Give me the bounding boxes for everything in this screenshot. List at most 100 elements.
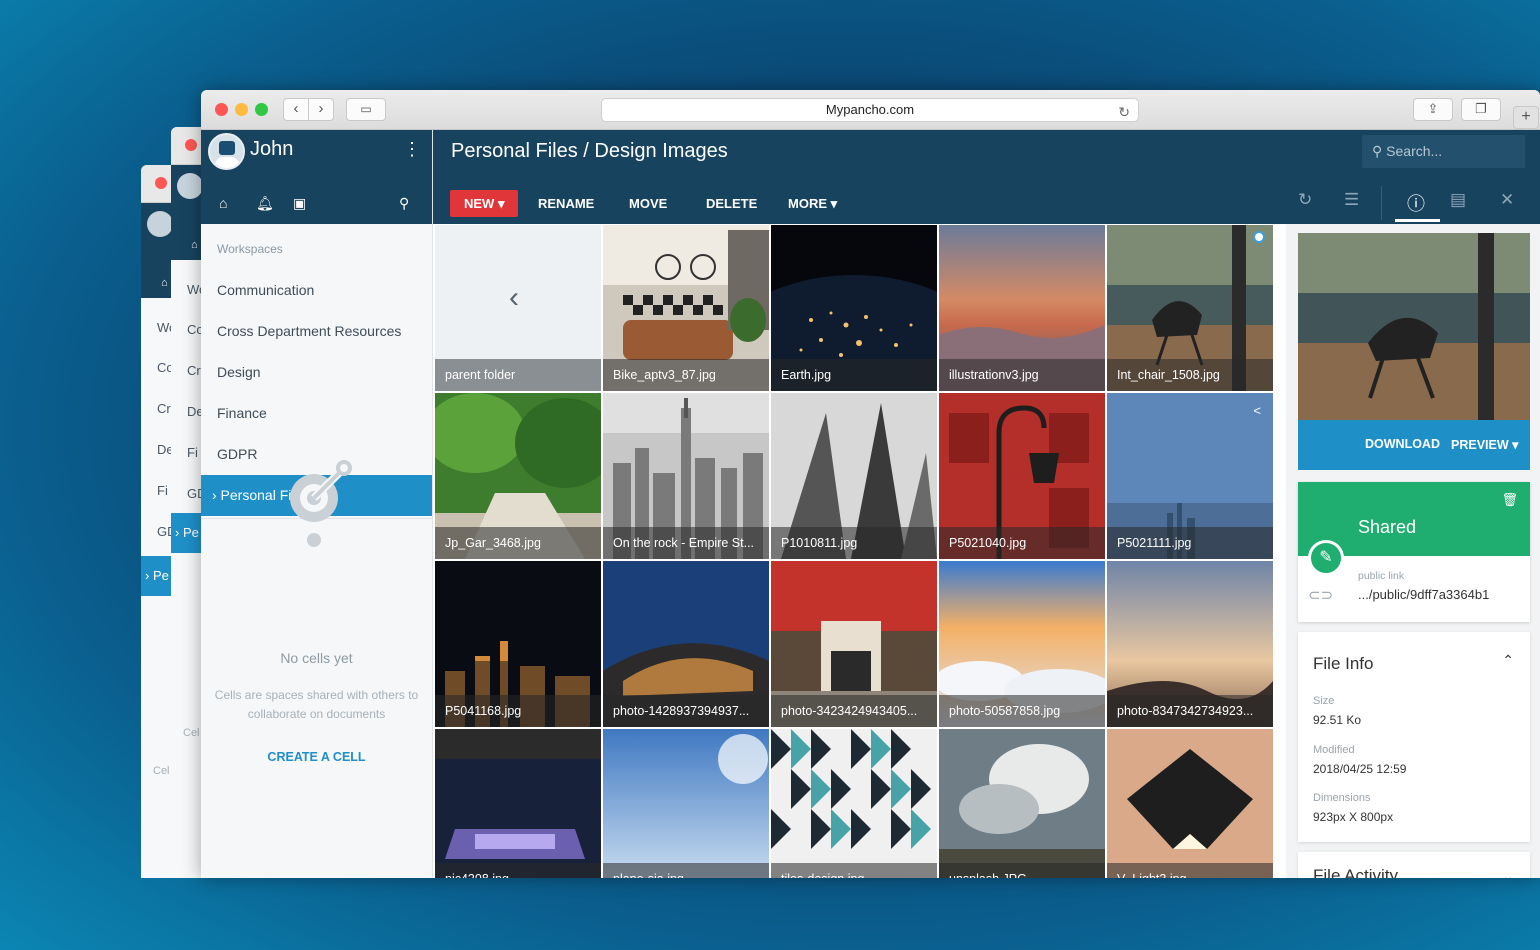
search-placeholder: Search...	[1386, 143, 1443, 159]
bell-icon[interactable]: 🔔︎	[256, 195, 274, 212]
new-button[interactable]: NEW ▾	[450, 190, 519, 217]
sidebar-item-design[interactable]: Design	[201, 352, 432, 393]
rename-button[interactable]: RENAME	[538, 190, 594, 217]
browser-toolbar: ‹ › ▭ Mypancho.com ↻ ⇪ ❐ +	[201, 90, 1540, 130]
preview-actions: DOWNLOAD PREVIEW ▾	[1298, 420, 1530, 470]
file-name: parent folder	[435, 359, 601, 391]
move-button[interactable]: MOVE	[629, 190, 667, 217]
file-name: photo-8347342734923...	[1107, 695, 1273, 727]
sidebar-item-finance[interactable]: Finance	[201, 393, 432, 434]
contact-card-icon[interactable]: ▤	[1450, 190, 1466, 210]
zoom-window-button[interactable]	[255, 103, 268, 116]
file-tile[interactable]: P5041168.jpg	[435, 561, 601, 727]
reload-icon[interactable]: ↻	[1118, 101, 1130, 123]
file-tile[interactable]: plane-sia.jpg	[603, 729, 769, 878]
create-cell-link[interactable]: CREATE A CELL	[201, 750, 432, 764]
avatar[interactable]	[208, 133, 245, 170]
file-tile[interactable]: On the rock - Empire St...	[603, 393, 769, 559]
modified-value: 2018/04/25 12:59	[1313, 762, 1407, 776]
file-tile[interactable]: Bike_aptv3_87.jpg	[603, 225, 769, 391]
header: Personal Files / Design Images ⚲ Search.…	[433, 130, 1540, 224]
file-activity-card[interactable]: File Activity ⌄	[1298, 852, 1530, 878]
sidebar-item-communication[interactable]: Communication	[201, 270, 432, 311]
file-info-card: File Info ⌃ Size 92.51 Ko Modified 2018/…	[1298, 632, 1530, 842]
no-cells-title: No cells yet	[280, 650, 353, 666]
file-info-title: File Info	[1313, 654, 1374, 673]
file-tile[interactable]: P5021040.jpg	[939, 393, 1105, 559]
file-tile[interactable]: photo-50587858.jpg	[939, 561, 1105, 727]
chevron-up-icon[interactable]: ⌃	[1502, 652, 1514, 669]
edit-icon[interactable]: ✎	[1308, 540, 1344, 576]
minimize-window-button[interactable]	[235, 103, 248, 116]
parent-folder-tile[interactable]: ‹ parent folder	[435, 225, 601, 391]
file-name: Int_chair_1508.jpg	[1107, 359, 1273, 391]
close-icon[interactable]: ✕	[1500, 190, 1514, 210]
close-window-button[interactable]	[215, 103, 228, 116]
file-tile[interactable]: V_Light3.jpg	[1107, 729, 1273, 878]
file-name: tiles-design.jpg	[771, 863, 937, 878]
chevron-down-icon[interactable]: ⌄	[1502, 868, 1514, 878]
sidebar: John ⋮ ⌂ 🔔︎ ▣ ⚲ Workspaces Communication…	[201, 130, 433, 878]
file-tile[interactable]: Int_chair_1508.jpg	[1107, 225, 1273, 391]
file-tile[interactable]: illustrationv3.jpg	[939, 225, 1105, 391]
cells-empty-icon	[290, 460, 352, 547]
public-link-value[interactable]: .../public/9dff7a3364b1	[1358, 587, 1489, 602]
bookmark-icon[interactable]: ▣	[293, 195, 306, 212]
back-button[interactable]: ‹	[283, 98, 309, 121]
forward-button[interactable]: ›	[308, 98, 334, 121]
url-text: Mypancho.com	[825, 102, 915, 117]
browser-window: ‹ › ▭ Mypancho.com ↻ ⇪ ❐ + John ⋮ ⌂ 🔔︎ ▣…	[201, 90, 1540, 878]
file-grid: ‹ parent folder Bike_aptv3_87.jpg Earth.…	[434, 224, 1274, 878]
tabs-button[interactable]: ❐	[1461, 98, 1501, 121]
sidebar-item-cross-department[interactable]: Cross Department Resources	[201, 311, 432, 352]
more-button[interactable]: MORE ▾	[788, 190, 837, 217]
file-thumbnail	[939, 729, 1105, 878]
file-name: plane-sia.jpg	[603, 863, 769, 878]
list-view-icon[interactable]: ☰	[1344, 190, 1359, 210]
preview-button[interactable]: PREVIEW ▾	[1451, 437, 1518, 452]
size-label: Size	[1313, 695, 1335, 707]
home-icon: ⌂	[191, 239, 198, 251]
share-button[interactable]: ⇪	[1413, 98, 1453, 121]
file-name: Earth.jpg	[771, 359, 937, 391]
trash-icon[interactable]: 🗑︎	[1501, 492, 1518, 508]
file-tile[interactable]: < P5021111.jpg	[1107, 393, 1273, 559]
bg-text: Cr	[157, 401, 171, 416]
file-tile[interactable]: Earth.jpg	[771, 225, 937, 391]
file-thumbnail	[1107, 729, 1273, 878]
file-tile[interactable]: photo-1428937394937...	[603, 561, 769, 727]
search-input[interactable]: ⚲ Search...	[1362, 135, 1525, 168]
info-icon[interactable]: ⓘ	[1407, 190, 1425, 216]
file-name: Bike_aptv3_87.jpg	[603, 359, 769, 391]
file-tile[interactable]: P1010811.jpg	[771, 393, 937, 559]
file-name: P5021111.jpg	[1107, 527, 1273, 559]
refresh-icon[interactable]: ↻	[1298, 190, 1312, 210]
delete-button[interactable]: DELETE	[706, 190, 757, 217]
file-thumbnail	[603, 729, 769, 878]
file-tile[interactable]: Jp_Gar_3468.jpg	[435, 393, 601, 559]
file-thumbnail	[771, 729, 937, 878]
file-tile[interactable]: unsplash.JPG	[939, 729, 1105, 878]
download-button[interactable]: DOWNLOAD	[1365, 437, 1440, 451]
file-tile[interactable]: photo-8347342734923...	[1107, 561, 1273, 727]
new-tab-button[interactable]: +	[1513, 106, 1539, 129]
file-tile[interactable]: photo-3423424943405...	[771, 561, 937, 727]
dimensions-value: 923px X 800px	[1313, 810, 1394, 824]
file-tile[interactable]: tiles-design.jpg	[771, 729, 937, 878]
more-vert-icon[interactable]: ⋮	[403, 139, 421, 160]
bg-text: Cr	[187, 363, 201, 378]
file-tile[interactable]: pic4308.jpg	[435, 729, 601, 878]
home-icon: ⌂	[161, 277, 168, 289]
home-icon[interactable]: ⌂	[219, 195, 227, 211]
close-light	[185, 139, 197, 151]
username[interactable]: John	[250, 138, 293, 161]
workspaces-title: Workspaces	[217, 242, 283, 256]
bg-text: Fi	[187, 445, 198, 460]
bg-text: Fi	[157, 483, 168, 498]
close-light	[155, 177, 167, 189]
cells-icon[interactable]: ⚲	[399, 195, 409, 212]
selection-indicator[interactable]	[1253, 231, 1265, 243]
sidebar-toggle-button[interactable]: ▭	[346, 98, 386, 121]
share-icon[interactable]: <	[1253, 403, 1261, 418]
address-bar[interactable]: Mypancho.com ↻	[601, 98, 1139, 122]
